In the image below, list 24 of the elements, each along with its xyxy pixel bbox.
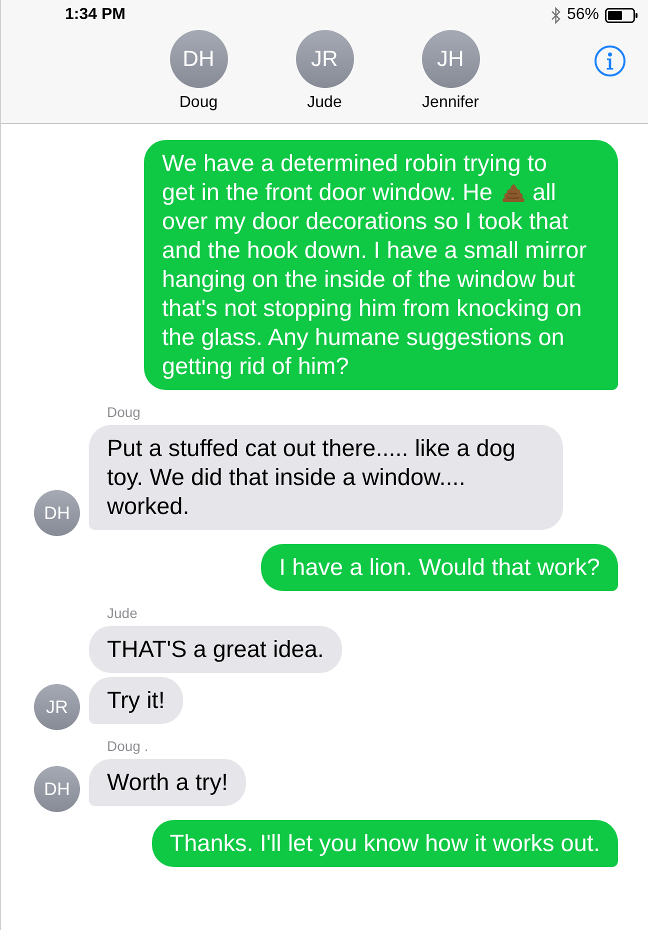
bluetooth-icon: [550, 6, 561, 24]
message-bubble: Thanks. I'll let you know how it works out.: [152, 820, 618, 867]
message-text: We have a determined robin trying to: [162, 149, 548, 178]
sender-name: Doug: [107, 404, 142, 420]
contact-name[interactable]: Jennifer: [422, 94, 479, 112]
message-text: all: [532, 178, 556, 207]
message-text: over my door decorations so I took that and the hook down. I have a small mirror hanging on the inside of the window but that's not stopping him from knocking on the glass. Any humane suggestions on getting rid of him?: [162, 207, 588, 381]
message-bubble: Worth a try!: [89, 759, 246, 806]
message-bubble: THAT'S a great idea.: [89, 626, 342, 673]
sender-avatar: JR: [34, 684, 80, 730]
battery-icon: [605, 8, 638, 22]
sender-avatar: DH: [34, 490, 80, 536]
info-button[interactable]: [594, 45, 626, 77]
message-text: get in the front door window. He: [162, 178, 493, 207]
battery-percent: 56%: [566, 6, 599, 24]
contact-name[interactable]: Jude: [307, 94, 342, 112]
message-bubble: Put a stuffed cat out there..... like a dog toy. We did that inside a window.... worked.: [89, 425, 563, 530]
sender-avatar: DH: [34, 766, 80, 812]
sender-name: Doug .: [107, 738, 150, 754]
message-bubble: I have a lion. Would that work?: [261, 544, 618, 591]
contact-name[interactable]: Doug: [179, 94, 218, 112]
sender-name: Jude: [107, 605, 138, 621]
message-bubble: Try it!: [89, 677, 183, 724]
status-time: 1:34 PM: [65, 6, 126, 24]
